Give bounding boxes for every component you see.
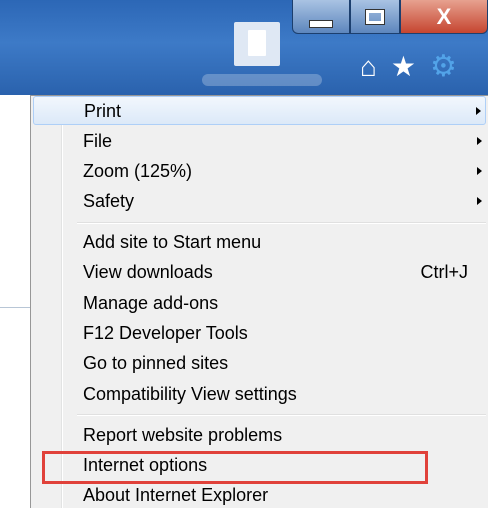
tools-menu: Print File Zoom (125%) Safety Add site t… [30, 95, 488, 508]
tools-gear-icon[interactable]: ⚙ [430, 52, 457, 82]
menu-item-manage-addons[interactable]: Manage add-ons [33, 289, 486, 318]
menu-item-pinned-sites[interactable]: Go to pinned sites [33, 349, 486, 378]
menu-item-add-site-to-start[interactable]: Add site to Start menu [33, 228, 486, 257]
submenu-arrow-icon [476, 107, 481, 115]
menu-item-file[interactable]: File [33, 127, 486, 156]
window-controls: X [292, 0, 488, 36]
blurred-tab-title [202, 74, 322, 86]
close-icon: X [436, 3, 452, 29]
menu-item-label: Add site to Start menu [83, 232, 262, 252]
menu-item-label: Print [84, 101, 122, 121]
menu-separator [77, 222, 486, 224]
menu-item-view-downloads[interactable]: View downloads Ctrl+J [33, 258, 486, 287]
browser-titlebar: X ⌂ ★ ⚙ [0, 0, 488, 95]
menu-item-about-ie[interactable]: About Internet Explorer [33, 481, 486, 510]
menu-item-label: File [83, 131, 113, 151]
menu-item-compatibility-view[interactable]: Compatibility View settings [33, 380, 486, 409]
close-button[interactable]: X [400, 0, 488, 34]
annotation-highlight-box [42, 451, 428, 484]
minimize-button[interactable] [292, 0, 350, 34]
submenu-arrow-icon [477, 137, 482, 145]
favorites-star-icon[interactable]: ★ [391, 53, 416, 81]
menu-item-safety[interactable]: Safety [33, 187, 486, 216]
menu-item-label: Safety [83, 191, 135, 211]
menu-item-label: Go to pinned sites [83, 353, 229, 373]
page-background [0, 95, 31, 508]
menu-item-label: About Internet Explorer [83, 485, 269, 505]
menu-item-print[interactable]: Print [33, 96, 486, 125]
submenu-arrow-icon [477, 167, 482, 175]
minimize-icon [309, 19, 333, 28]
menu-separator [77, 414, 486, 416]
page-divider [0, 307, 30, 308]
command-icons: ⌂ ★ ⚙ [360, 52, 457, 82]
menu-item-label: Manage add-ons [83, 293, 219, 313]
menu-item-label: Compatibility View settings [83, 384, 297, 404]
menu-item-f12-tools[interactable]: F12 Developer Tools [33, 319, 486, 348]
maximize-button[interactable] [350, 0, 400, 34]
menu-item-shortcut: Ctrl+J [420, 262, 468, 282]
menu-item-label: Report website problems [83, 425, 283, 445]
home-icon[interactable]: ⌂ [360, 53, 377, 81]
maximize-icon [365, 8, 385, 25]
menu-item-label: Zoom (125%) [83, 161, 193, 181]
menu-item-label: F12 Developer Tools [83, 323, 248, 343]
menu-item-report-problems[interactable]: Report website problems [33, 421, 486, 450]
menu-item-zoom[interactable]: Zoom (125%) [33, 157, 486, 186]
menu-item-label: View downloads [83, 262, 213, 282]
submenu-arrow-icon [477, 197, 482, 205]
page-tab-icon[interactable] [234, 22, 280, 66]
